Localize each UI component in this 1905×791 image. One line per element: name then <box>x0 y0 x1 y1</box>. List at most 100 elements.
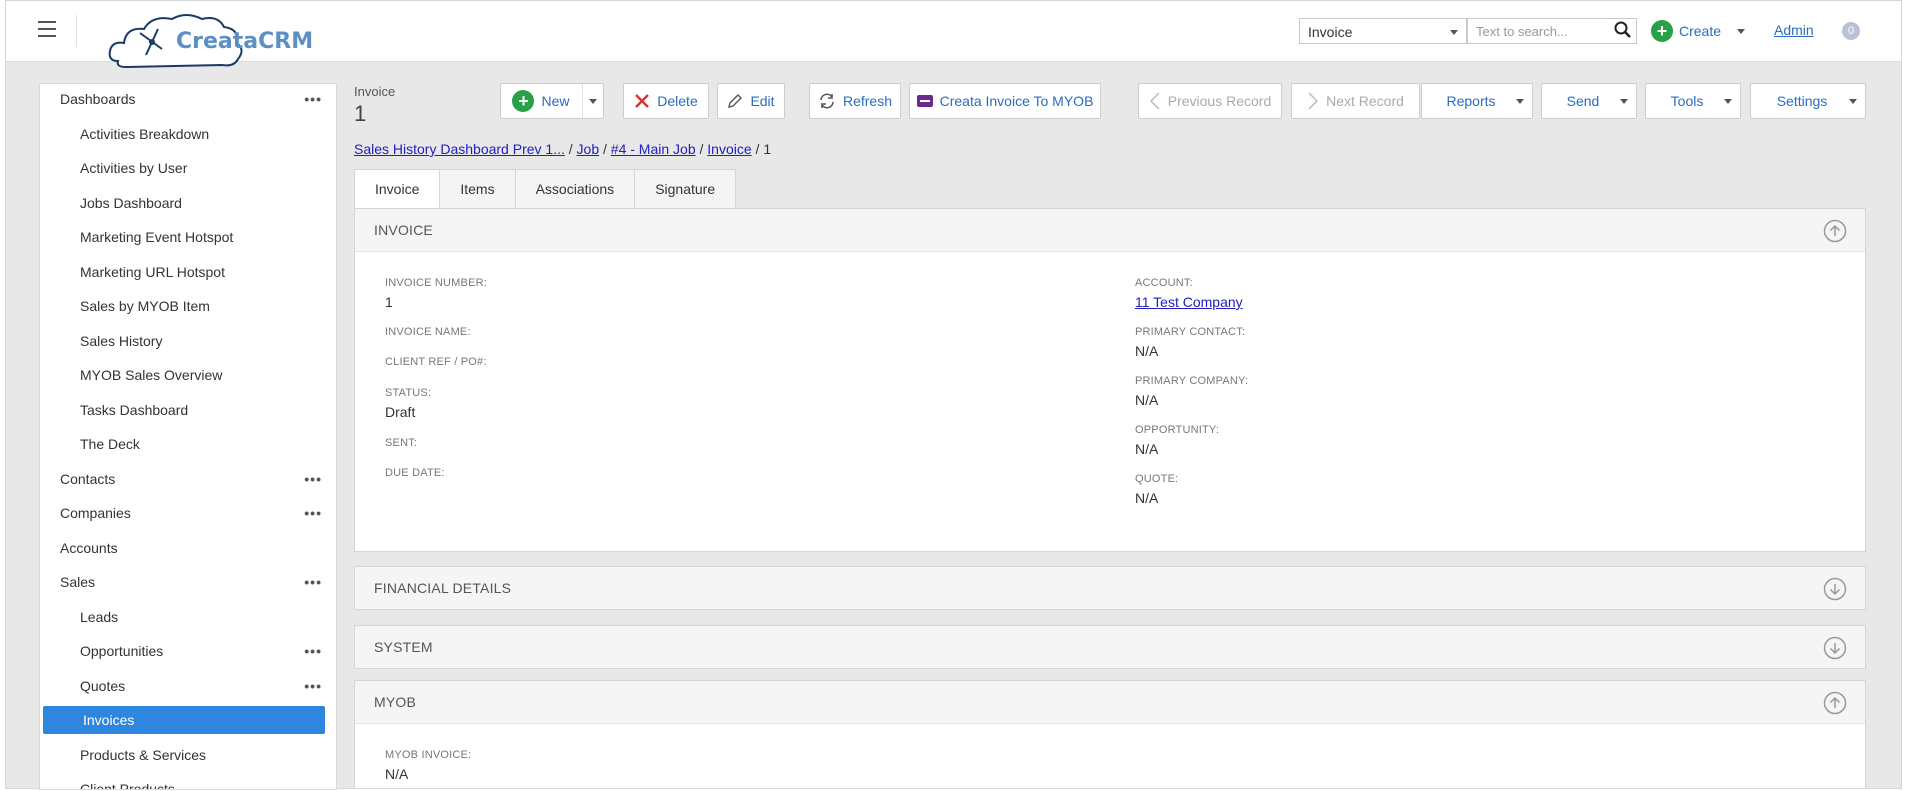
chevron-right-icon <box>1308 92 1319 110</box>
search-type-select[interactable]: Invoice <box>1299 18 1467 44</box>
expand-down-icon[interactable] <box>1823 577 1847 601</box>
hamburger-menu-icon[interactable] <box>38 21 56 37</box>
invoice-section-header[interactable]: INVOICE <box>355 209 1865 252</box>
refresh-button[interactable]: Refresh <box>809 83 901 119</box>
collapse-up-icon[interactable] <box>1823 691 1847 715</box>
more-options-icon[interactable]: ••• <box>304 637 322 665</box>
header-divider <box>76 15 77 47</box>
sidebar-nav: Dashboards ••• Activities Breakdown Activit… <box>39 83 337 790</box>
sidebar-item-sales-history[interactable]: Sales History <box>40 327 336 355</box>
expand-down-icon[interactable] <box>1823 636 1847 660</box>
myob-section: MYOB MYOB INVOICE: N/A <box>354 680 1866 788</box>
chevron-down-icon <box>1450 30 1458 35</box>
logo[interactable]: CreataCRM <box>106 9 313 79</box>
search-icon[interactable] <box>1614 21 1632 39</box>
sidebar-item-sales-by-myob-item[interactable]: Sales by MYOB Item <box>40 292 336 320</box>
field-invoice-name: INVOICE NAME: <box>385 326 471 338</box>
sidebar-item-dashboards[interactable]: Dashboards ••• <box>40 85 336 113</box>
send-button[interactable]: Send <box>1541 83 1637 119</box>
settings-label: Settings <box>1776 93 1828 109</box>
next-record-label: Next Record <box>1326 93 1404 109</box>
sidebar-item-marketing-event-hotspot[interactable]: Marketing Event Hotspot <box>40 223 336 251</box>
creata-invoice-to-myob-button[interactable]: Creata Invoice To MYOB <box>909 83 1101 119</box>
send-label: Send <box>1566 93 1600 109</box>
sidebar-item-label: Accounts <box>60 539 118 556</box>
admin-link[interactable]: Admin <box>1774 22 1814 38</box>
new-dropdown-toggle[interactable] <box>582 84 603 118</box>
sidebar-item-leads[interactable]: Leads <box>40 603 336 631</box>
field-account: ACCOUNT: 11 Test Company <box>1135 277 1243 310</box>
previous-record-button[interactable]: Previous Record <box>1138 83 1282 119</box>
field-label: ACCOUNT: <box>1135 277 1193 289</box>
refresh-icon <box>820 93 834 109</box>
sidebar-item-label: Client Products <box>80 781 175 790</box>
reports-label: Reports <box>1446 93 1496 109</box>
settings-button[interactable]: Settings <box>1750 83 1866 119</box>
breadcrumb-link-main-job[interactable]: #4 - Main Job <box>611 141 696 157</box>
notification-badge[interactable]: 0 <box>1842 22 1860 40</box>
more-options-icon[interactable]: ••• <box>304 499 322 527</box>
sidebar-item-client-products[interactable]: Client Products <box>40 775 336 790</box>
chevron-down-icon <box>1724 99 1732 104</box>
field-client-ref-po: CLIENT REF / PO#: <box>385 356 487 368</box>
sidebar-item-the-deck[interactable]: The Deck <box>40 430 336 458</box>
collapse-up-icon[interactable] <box>1823 219 1847 243</box>
sidebar-item-contacts[interactable]: Contacts ••• <box>40 465 336 493</box>
edit-button[interactable]: Edit <box>717 83 785 119</box>
sidebar-item-opportunities[interactable]: Opportunities ••• <box>40 637 336 665</box>
field-value: 11 Test Company <box>1135 294 1243 310</box>
sidebar-item-jobs-dashboard[interactable]: Jobs Dashboard <box>40 189 336 217</box>
field-opportunity: OPPORTUNITY: N/A <box>1135 424 1219 457</box>
search-input[interactable] <box>1467 18 1637 44</box>
system-header[interactable]: SYSTEM <box>355 626 1865 668</box>
sidebar-item-quotes[interactable]: Quotes ••• <box>40 672 336 700</box>
sidebar-item-invoices[interactable]: Invoices <box>43 706 325 734</box>
account-link[interactable]: 11 Test Company <box>1135 294 1243 310</box>
tab-signature[interactable]: Signature <box>634 169 737 209</box>
sidebar-item-tasks-dashboard[interactable]: Tasks Dashboard <box>40 396 336 424</box>
logo-text: CreataCRM <box>176 29 314 54</box>
sidebar-item-products-services[interactable]: Products & Services <box>40 741 336 769</box>
record-number: 1 <box>354 101 367 126</box>
new-button[interactable]: + New <box>500 83 604 119</box>
sidebar-item-activities-by-user[interactable]: Activities by User <box>40 154 336 182</box>
sidebar-item-myob-sales-overview[interactable]: MYOB Sales Overview <box>40 361 336 389</box>
more-options-icon[interactable]: ••• <box>304 465 322 493</box>
sidebar-item-marketing-url-hotspot[interactable]: Marketing URL Hotspot <box>40 258 336 286</box>
chevron-down-icon[interactable] <box>1737 28 1746 34</box>
financial-details-header[interactable]: FINANCIAL DETAILS <box>355 567 1865 609</box>
reports-button[interactable]: Reports <box>1421 83 1533 119</box>
breadcrumb-link-dashboard[interactable]: Sales History Dashboard Prev 1... <box>354 141 565 157</box>
sidebar-item-companies[interactable]: Companies ••• <box>40 499 336 527</box>
tab-associations[interactable]: Associations <box>514 169 636 209</box>
breadcrumb-link-invoice[interactable]: Invoice <box>707 141 751 157</box>
new-label: New <box>541 93 570 109</box>
pencil-icon <box>728 94 743 108</box>
plus-icon: + <box>1651 20 1673 42</box>
field-invoice-number: INVOICE NUMBER: 1 <box>385 277 487 310</box>
sidebar-item-label: Marketing Event Hotspot <box>80 229 234 245</box>
field-value: N/A <box>1135 490 1159 506</box>
create-label: Create <box>1679 23 1722 39</box>
sidebar-item-activities-breakdown[interactable]: Activities Breakdown <box>40 120 336 148</box>
sidebar-item-label: Leads <box>80 608 119 625</box>
tab-items[interactable]: Items <box>439 169 516 209</box>
sidebar-item-accounts[interactable]: Accounts <box>40 534 336 562</box>
tools-button[interactable]: Tools <box>1645 83 1741 119</box>
field-status: STATUS: Draft <box>385 387 431 420</box>
refresh-label: Refresh <box>842 93 893 109</box>
delete-button[interactable]: Delete <box>623 83 709 119</box>
top-header: CreataCRM Invoice + Create Admin 0 <box>6 1 1901 69</box>
sidebar-item-label: Products & Services <box>80 746 207 763</box>
next-record-button[interactable]: Next Record <box>1291 83 1420 119</box>
more-options-icon[interactable]: ••• <box>304 568 322 596</box>
tab-invoice[interactable]: Invoice <box>354 169 441 210</box>
myob-header[interactable]: MYOB <box>355 681 1865 724</box>
breadcrumb-link-job[interactable]: Job <box>577 141 600 157</box>
more-options-icon[interactable]: ••• <box>304 672 322 700</box>
field-value: 1 <box>385 294 393 310</box>
sidebar-item-sales[interactable]: Sales ••• <box>40 568 336 596</box>
section-title: INVOICE <box>374 222 433 238</box>
more-options-icon[interactable]: ••• <box>304 85 322 113</box>
create-button[interactable]: + Create <box>1651 19 1746 43</box>
